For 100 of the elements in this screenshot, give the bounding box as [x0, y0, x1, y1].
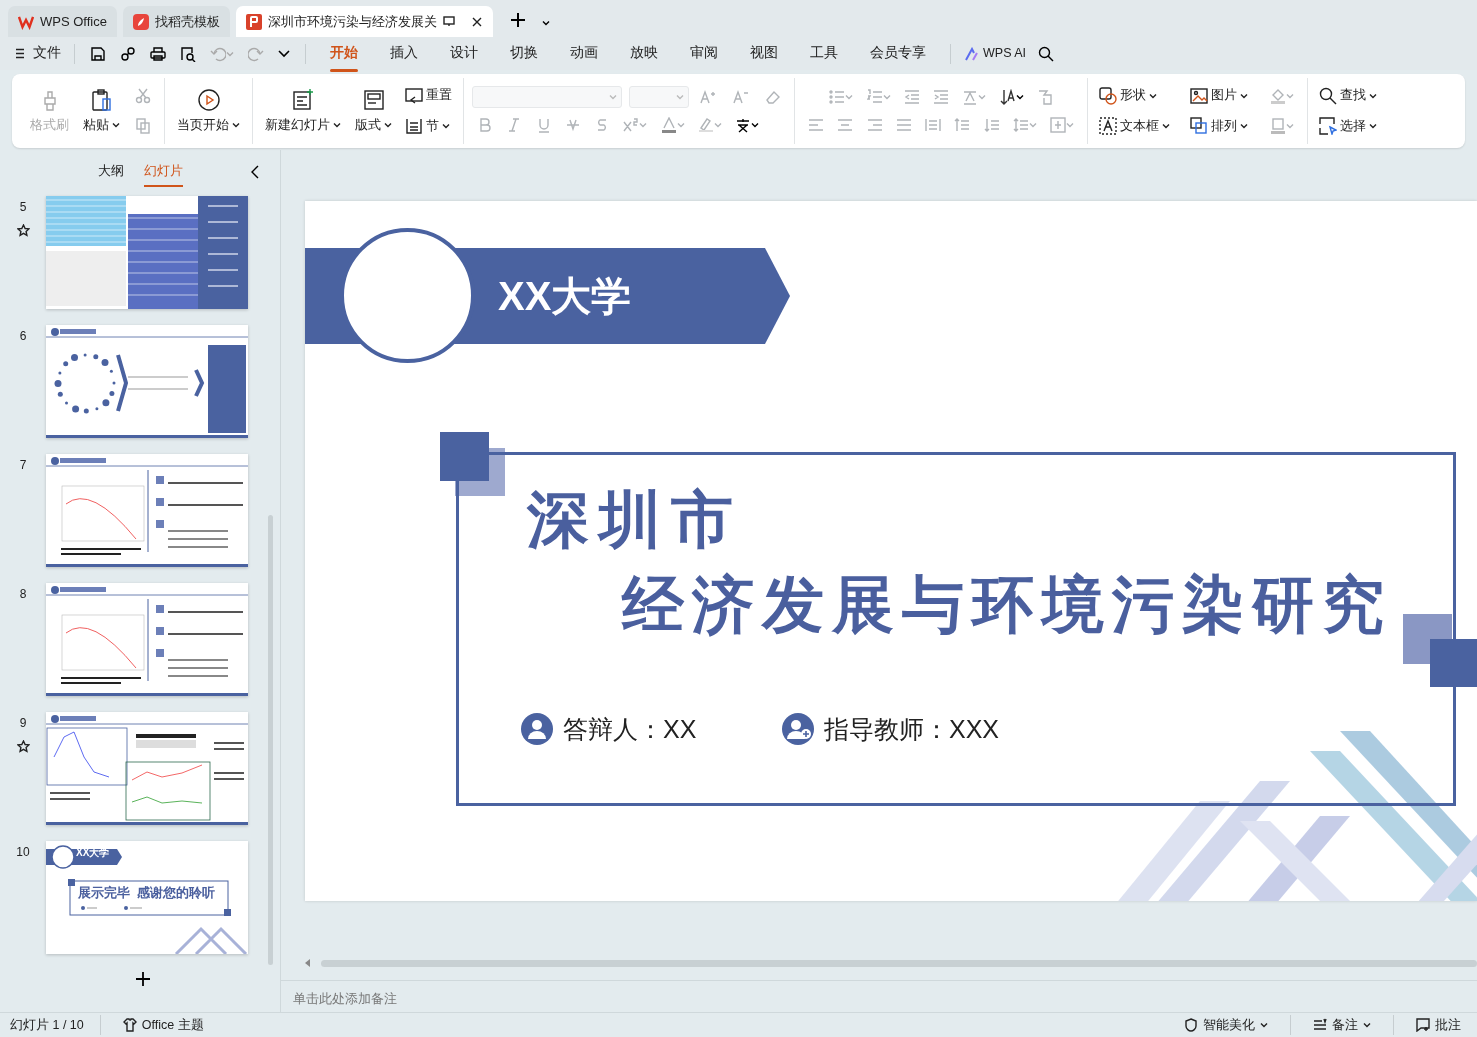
beautify-button[interactable]: 智能美化: [1178, 1015, 1274, 1035]
reset-icon: [405, 86, 423, 105]
slide-thumbnail[interactable]: [46, 583, 248, 696]
menu-tab[interactable]: 设计: [436, 39, 492, 68]
caret-icon: [112, 122, 120, 128]
link-icon: [120, 45, 136, 62]
caret-icon: [639, 122, 648, 128]
search-icon: [1038, 45, 1055, 62]
file-menu[interactable]: 文件: [12, 41, 64, 66]
scrollbar-thumb[interactable]: [321, 959, 1477, 967]
caret-icon: [1015, 94, 1024, 100]
undo-icon: [210, 45, 226, 62]
ai-button[interactable]: WPS AI: [961, 42, 1030, 65]
shapes-icon: [1099, 86, 1117, 105]
indent-icon: [933, 89, 949, 105]
caret-icon: [1240, 123, 1248, 130]
caret-icon: [676, 122, 685, 128]
person-icon: [521, 713, 553, 745]
new-slide-button[interactable]: 新建幻灯片: [261, 85, 345, 137]
notes-button[interactable]: 备注: [1307, 1015, 1377, 1035]
menu-tab[interactable]: 工具: [796, 39, 852, 68]
arrange-button[interactable]: 排列: [1187, 115, 1251, 138]
text-direction-icon: [962, 89, 979, 105]
caret-icon: [1369, 123, 1377, 130]
menu-tab[interactable]: 视图: [736, 39, 792, 68]
sort-text-icon: [999, 89, 1016, 105]
print-preview-icon: [180, 45, 196, 62]
menu-tab[interactable]: 放映: [616, 39, 672, 68]
caret-icon: [384, 122, 392, 128]
slide-counter: 幻灯片 1 / 10: [10, 1016, 84, 1034]
font-size-field[interactable]: [628, 86, 689, 108]
slide-title: 深圳市: [527, 489, 743, 551]
caret-icon: [675, 94, 684, 100]
highlighter-icon: [697, 117, 714, 133]
text-box-button[interactable]: 文本框: [1096, 115, 1173, 138]
slide-thumbnail[interactable]: [46, 196, 248, 309]
panel-tab[interactable]: 幻灯片: [141, 158, 185, 184]
caret-icon: [1066, 122, 1074, 128]
monitor-icon: [442, 16, 455, 27]
eraser-icon: [765, 89, 781, 105]
plus-icon: [509, 12, 526, 28]
clipboard-icon: [89, 87, 114, 112]
grow-font-icon: [700, 89, 716, 105]
caret-icon: [1286, 93, 1294, 99]
vertical-align-icon: [1050, 117, 1066, 133]
superscript-icon: [623, 117, 640, 133]
scrollbar-thumb[interactable]: [268, 515, 273, 965]
font-name-field[interactable]: [472, 86, 622, 108]
scissors-icon: [135, 88, 151, 104]
picture-button[interactable]: 图片: [1187, 84, 1251, 107]
slide-number: 6: [19, 328, 27, 345]
save-icon: [90, 45, 106, 62]
caret-icon: [1149, 92, 1157, 99]
slide-thumbnail[interactable]: [46, 454, 248, 567]
caret-icon: [609, 94, 617, 100]
notes-icon: [1313, 1018, 1327, 1032]
section-button[interactable]: 节: [402, 115, 455, 138]
menu-tab[interactable]: 切换: [496, 39, 552, 68]
caret-icon: [226, 50, 234, 57]
find-button[interactable]: 查找: [1316, 84, 1380, 107]
slide-thumbnail[interactable]: [46, 712, 248, 825]
comments-button[interactable]: 批注: [1410, 1015, 1467, 1035]
window-tab[interactable]: 找稻壳模板: [122, 6, 230, 37]
increase-spacing-icon: [954, 117, 971, 133]
menu-tab[interactable]: 动画: [556, 39, 612, 68]
slide-heading: 展示完毕 感谢您的聆听: [78, 886, 216, 901]
align-center-icon: [837, 117, 854, 133]
paste-button[interactable]: 粘贴: [79, 85, 124, 137]
menu-tab[interactable]: 审阅: [676, 39, 732, 68]
panel-tab[interactable]: 大纲: [95, 158, 126, 184]
menu-icon: [15, 48, 25, 59]
comment-icon: [1416, 1018, 1430, 1032]
redo-icon: [248, 45, 264, 62]
scroll-left-icon: [305, 959, 311, 967]
presentation-file-icon: [245, 13, 262, 30]
close-icon: [470, 15, 483, 28]
menu-tab[interactable]: 插入: [376, 39, 432, 68]
ai-icon: [964, 46, 980, 61]
bold-icon: [477, 117, 493, 133]
window-tab[interactable]: 深圳市环境污染与经济发展关: [235, 6, 493, 37]
layout-button[interactable]: 版式: [351, 85, 396, 137]
new-slide-icon: [291, 87, 315, 112]
caret-icon: [1363, 1022, 1371, 1028]
caret-icon: [278, 49, 290, 58]
slide-thumbnail[interactable]: [46, 325, 248, 438]
slide-number: 8: [19, 586, 27, 603]
select-button[interactable]: 选择: [1316, 115, 1380, 138]
search-icon: [1319, 86, 1337, 105]
menu-tab[interactable]: 会员专享: [856, 39, 940, 68]
reset-button[interactable]: 重置: [402, 84, 455, 107]
play-from-current-button[interactable]: 当页开始: [173, 85, 244, 137]
theme-button[interactable]: Office 主题: [116, 1015, 210, 1035]
caret-icon: [978, 94, 987, 100]
caret-icon: [1028, 122, 1037, 128]
advisor-label: 指导教师：XXX: [824, 714, 1000, 745]
copy-icon: [135, 118, 151, 134]
plus-icon: [135, 971, 151, 987]
caret-icon: [882, 94, 891, 100]
shapes-button[interactable]: 形状: [1096, 84, 1173, 107]
window-tab[interactable]: WPS Office: [8, 6, 117, 37]
